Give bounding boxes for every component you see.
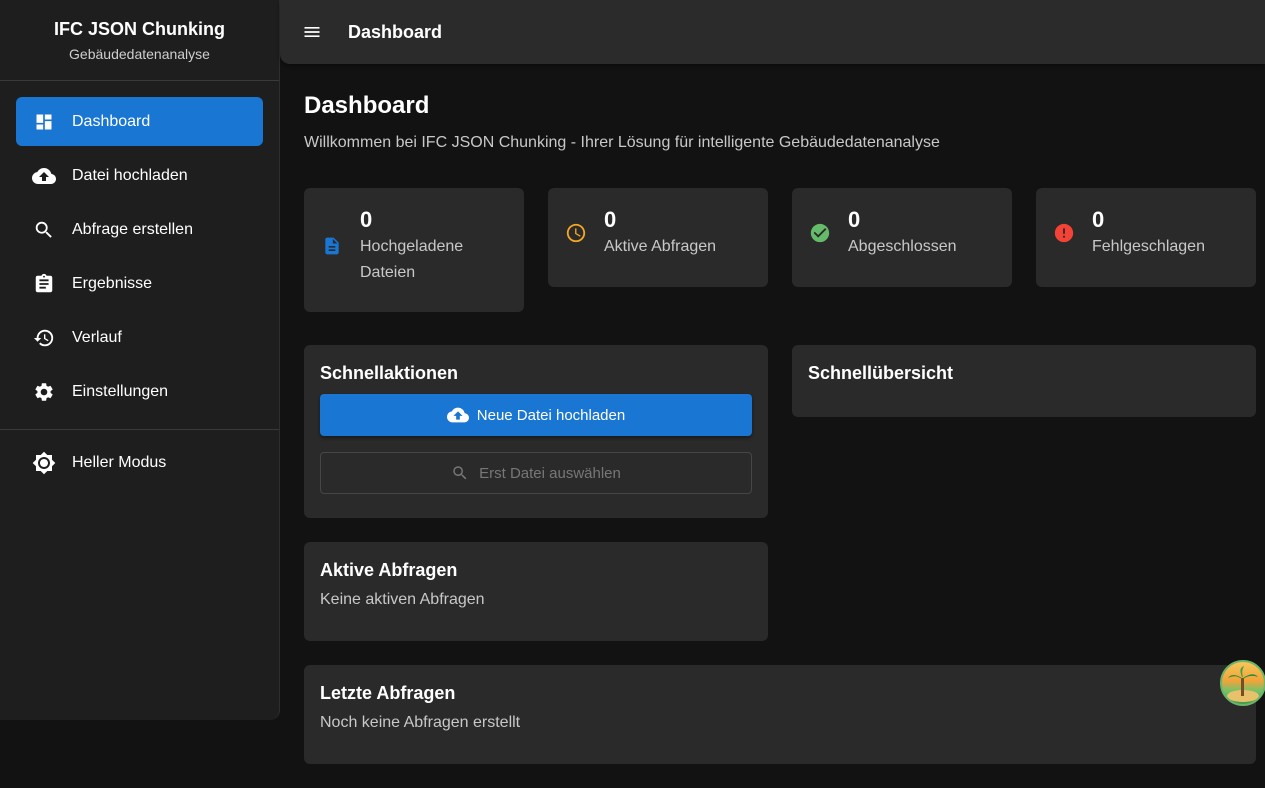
- cloud-upload-icon: [32, 164, 56, 188]
- create-query-button-label: Erst Datei auswählen: [479, 464, 621, 482]
- menu-icon[interactable]: [300, 20, 324, 44]
- brightness-icon: [32, 451, 56, 475]
- stat-label: Aktive Abfragen: [604, 238, 717, 255]
- search-icon: [451, 464, 469, 482]
- app-bar-title: Dashboard: [348, 21, 443, 42]
- stat-value: 0: [604, 207, 617, 232]
- overview-card: Schnellübersicht: [792, 345, 1256, 417]
- overview-title: Schnellübersicht: [808, 363, 954, 383]
- sidebar-item-label: Datei hochladen: [72, 166, 188, 184]
- gear-icon: [32, 380, 56, 404]
- error-icon: [1052, 221, 1076, 245]
- recent-queries-title: Letzte Abfragen: [320, 683, 456, 703]
- active-queries-title: Aktive Abfragen: [320, 560, 458, 580]
- sidebar-item-upload[interactable]: Datei hochladen: [16, 151, 263, 200]
- theme-toggle[interactable]: Heller Modus: [16, 438, 263, 487]
- brand-title: IFC JSON Chunking: [54, 19, 225, 39]
- page-title: Dashboard: [304, 92, 430, 119]
- stat-value: 0: [848, 207, 861, 232]
- sidebar-item-history[interactable]: Verlauf: [16, 313, 263, 362]
- app-bar: Dashboard: [280, 0, 1265, 64]
- sidebar: IFC JSON Chunking Gebäudedatenanalyse Da…: [0, 0, 280, 720]
- clock-icon: [564, 221, 588, 245]
- sidebar-item-query[interactable]: Abfrage erstellen: [16, 205, 263, 254]
- palm-tree-icon: [1227, 666, 1259, 702]
- stat-label: Fehlgeschlagen: [1092, 238, 1205, 255]
- brand: IFC JSON Chunking Gebäudedatenanalyse: [0, 0, 279, 81]
- stat-value: 0: [1092, 207, 1105, 232]
- page-subtitle: Willkommen bei IFC JSON Chunking - Ihrer…: [304, 134, 940, 151]
- sidebar-item-settings[interactable]: Einstellungen: [16, 367, 263, 416]
- clipboard-icon: [32, 272, 56, 296]
- theme-toggle-label: Heller Modus: [72, 453, 167, 471]
- upload-file-button[interactable]: Neue Datei hochladen: [320, 394, 752, 436]
- check-circle-icon: [808, 221, 832, 245]
- sidebar-item-label: Ergebnisse: [72, 274, 153, 292]
- brand-subtitle: Gebäudedatenanalyse: [69, 46, 210, 62]
- active-queries-empty: Keine aktiven Abfragen: [320, 591, 485, 608]
- create-query-button[interactable]: Erst Datei auswählen: [320, 452, 752, 494]
- quick-actions-title: Schnellaktionen: [320, 363, 459, 383]
- active-queries-card: Aktive Abfragen Keine aktiven Abfragen: [304, 542, 768, 641]
- sidebar-item-dashboard[interactable]: Dashboard: [16, 97, 263, 146]
- sidebar-item-label: Verlauf: [72, 328, 122, 346]
- recent-queries-empty: Noch keine Abfragen erstellt: [320, 714, 521, 731]
- sidebar-divider: [0, 429, 279, 430]
- dashboard-icon: [32, 110, 56, 134]
- stat-card-uploaded: 0 Hochgeladene Dateien: [304, 188, 524, 312]
- stat-card-active: 0 Aktive Abfragen: [548, 188, 768, 287]
- stat-value: 0: [360, 207, 373, 232]
- recent-queries-card: Letzte Abfragen Noch keine Abfragen erst…: [304, 665, 1256, 764]
- assistant-avatar-button[interactable]: [1220, 660, 1265, 706]
- upload-file-button-label: Neue Datei hochladen: [476, 406, 626, 424]
- sidebar-item-label: Abfrage erstellen: [72, 220, 193, 238]
- sidebar-item-label: Einstellungen: [72, 382, 169, 400]
- cloud-upload-icon: [446, 404, 469, 426]
- file-icon: [320, 234, 344, 258]
- stat-card-completed: 0 Abgeschlossen: [792, 188, 1012, 287]
- sidebar-nav: Dashboard Datei hochladen Abfrage erstel…: [0, 81, 279, 487]
- stat-card-failed: 0 Fehlgeschlagen: [1036, 188, 1256, 287]
- search-icon: [32, 218, 56, 242]
- history-icon: [32, 326, 56, 350]
- sidebar-item-results[interactable]: Ergebnisse: [16, 259, 263, 308]
- stat-label: Abgeschlossen: [848, 238, 957, 255]
- quick-actions-card: Schnellaktionen Neue Datei hochladen Ers…: [304, 345, 768, 518]
- stat-label: Hochgeladene Dateien: [360, 238, 464, 281]
- sidebar-item-label: Dashboard: [72, 112, 151, 130]
